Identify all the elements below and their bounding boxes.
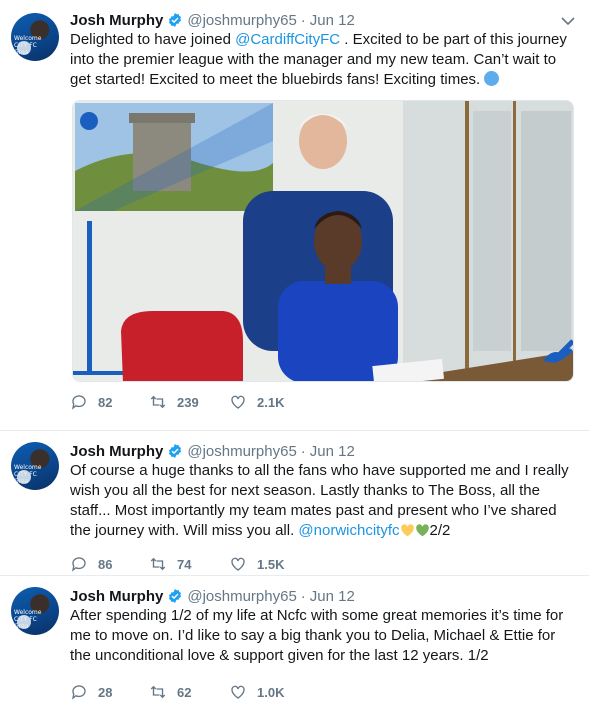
tweet-actions: 28 62 1.0K: [70, 674, 579, 710]
mention-link[interactable]: @norwichcityfc: [298, 522, 399, 539]
like-count: 1.5K: [257, 556, 285, 572]
tweet-text-part: 2/2: [429, 522, 451, 539]
tweet-date[interactable]: Jun 12: [310, 443, 355, 460]
verified-badge-icon: [169, 13, 182, 27]
like-count: 1.0K: [257, 684, 285, 700]
separator-dot: ·: [300, 11, 306, 29]
signing-photo-icon: [73, 101, 573, 381]
green-heart-icon: [415, 524, 429, 537]
reply-count: 86: [98, 556, 113, 572]
display-name[interactable]: Josh Murphy: [70, 12, 163, 29]
tweet[interactable]: Welcome CITY FC Grea Josh Murphy @joshmu…: [0, 0, 589, 431]
tweet-actions: 82 239 2.1K: [70, 384, 579, 420]
retweet-count: 62: [177, 684, 192, 700]
display-name[interactable]: Josh Murphy: [70, 443, 163, 460]
display-name[interactable]: Josh Murphy: [70, 588, 163, 605]
avatar[interactable]: Welcome CITY FC Grea: [11, 442, 59, 490]
blue-circle-emoji-icon: [484, 71, 500, 86]
retweet-count: 239: [177, 394, 199, 410]
like-button[interactable]: 1.5K: [229, 555, 308, 573]
tweet-text: Delighted to have joined @CardiffCityFC …: [70, 30, 579, 90]
handle[interactable]: @joshmurphy65: [187, 588, 296, 605]
retweet-icon: [150, 557, 166, 571]
verified-badge-icon: [169, 589, 182, 603]
tweet[interactable]: Welcome CITY FC Grea Josh Murphy @joshmu…: [0, 431, 589, 576]
reply-icon: [71, 685, 86, 700]
tweet-text: After spending 1/2 of my life at Ncfc wi…: [70, 607, 564, 664]
tweet-header: Josh Murphy @joshmurphy65 · Jun 12: [70, 441, 579, 461]
retweet-button[interactable]: 74: [149, 555, 229, 573]
mention-link[interactable]: @CardiffCityFC: [235, 31, 340, 48]
verified-badge-icon: [169, 444, 182, 458]
heart-icon: [231, 685, 245, 699]
retweet-icon: [150, 395, 166, 409]
tweet[interactable]: Welcome CITY FC Grea Josh Murphy @joshmu…: [0, 576, 589, 716]
chevron-down-icon[interactable]: [561, 16, 575, 26]
retweet-button[interactable]: 239: [149, 393, 229, 411]
like-count: 2.1K: [257, 394, 285, 410]
tweet-feed: Welcome CITY FC Grea Josh Murphy @joshmu…: [0, 0, 589, 716]
reply-button[interactable]: 28: [70, 683, 149, 701]
separator-dot: ·: [300, 587, 306, 605]
heart-icon: [231, 557, 245, 571]
handle[interactable]: @joshmurphy65: [187, 12, 296, 29]
reply-icon: [71, 395, 86, 410]
avatar-caption: Welcome CITY FC Grea: [14, 35, 42, 56]
tweet-text-part: Delighted to have joined: [70, 31, 236, 48]
avatar-caption: Welcome CITY FC Grea: [14, 464, 42, 485]
retweet-count: 74: [177, 556, 192, 572]
avatar[interactable]: Welcome CITY FC Grea: [11, 13, 59, 61]
avatar-caption: Welcome CITY FC Grea: [14, 609, 42, 630]
retweet-icon: [150, 685, 166, 699]
tweet-photo[interactable]: [72, 100, 574, 382]
tweet-date[interactable]: Jun 12: [310, 12, 355, 29]
tweet-text: Of course a huge thanks to all the fans …: [70, 461, 579, 541]
tweet-header: Josh Murphy @joshmurphy65 · Jun 12: [70, 586, 579, 606]
retweet-button[interactable]: 62: [149, 683, 229, 701]
avatar[interactable]: Welcome CITY FC Grea: [11, 587, 59, 635]
tweet-header: Josh Murphy @joshmurphy65 · Jun 12: [70, 10, 579, 30]
tweet-date[interactable]: Jun 12: [310, 588, 355, 605]
reply-button[interactable]: 86: [70, 555, 149, 573]
reply-count: 28: [98, 684, 113, 700]
yellow-heart-icon: [400, 524, 414, 537]
like-button[interactable]: 1.0K: [229, 683, 308, 701]
heart-icon: [231, 395, 245, 409]
reply-button[interactable]: 82: [70, 393, 149, 411]
reply-icon: [71, 557, 86, 572]
handle[interactable]: @joshmurphy65: [187, 443, 296, 460]
like-button[interactable]: 2.1K: [229, 393, 308, 411]
separator-dot: ·: [300, 442, 306, 460]
reply-count: 82: [98, 394, 113, 410]
